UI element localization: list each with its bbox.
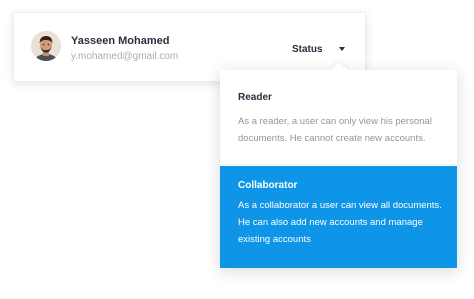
caret-down-icon [338,47,345,51]
avatar [31,31,61,61]
option-description: As a collaborator a user can view all do… [238,200,442,245]
status-label: Status [292,43,323,55]
option-description: As a reader, a user can only view his pe… [238,116,432,144]
user-name: Yasseen Mohamed [71,35,170,47]
option-collaborator[interactable]: Collaborator As a collaborator a user ca… [220,166,457,268]
option-reader[interactable]: Reader As a reader, a user can only view… [220,70,457,165]
option-title: Collaborator [238,180,298,191]
user-email: y.mohamed@gmail.com [71,51,179,62]
option-title: Reader [238,92,272,103]
status-dropdown-button[interactable]: Status [292,42,345,56]
status-dropdown-menu: Reader As a reader, a user can only view… [220,70,457,268]
user-permission-widget: Yasseen Mohamed y.mohamed@gmail.com Stat… [0,0,474,299]
